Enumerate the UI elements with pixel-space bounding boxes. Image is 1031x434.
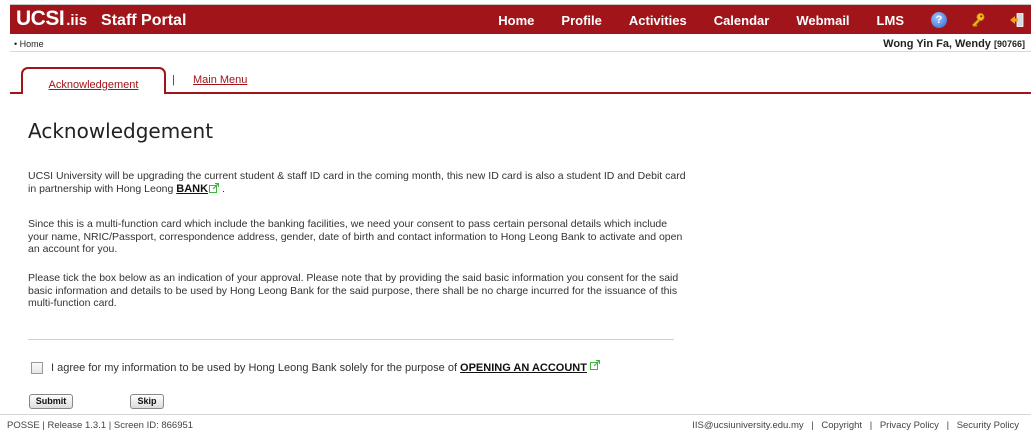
footer-separator: | <box>811 420 814 431</box>
divider <box>28 339 674 340</box>
tab-separator: | <box>172 74 175 86</box>
nav-lms[interactable]: LMS <box>877 13 904 28</box>
main-nav: Home Profile Activities Calendar Webmail… <box>498 5 1031 35</box>
user-name: Wong Yin Fa, Wendy <box>883 38 994 50</box>
external-link-icon[interactable] <box>589 360 600 370</box>
tab-main-menu[interactable]: Main Menu <box>193 74 247 86</box>
paragraph-intro: UCSI University will be upgrading the cu… <box>28 170 688 195</box>
nav-calendar[interactable]: Calendar <box>714 13 770 28</box>
paragraph-consent: Since this is a multi-function card whic… <box>28 218 683 255</box>
user-info: Wong Yin Fa, Wendy [90766] <box>883 38 1025 50</box>
breadcrumb-bar: • Home Wong Yin Fa, Wendy [90766] <box>10 37 1031 52</box>
top-navbar: UCSI .iis Staff Portal Home Profile Acti… <box>10 4 1031 34</box>
paragraph-intro-text: UCSI University will be upgrading the cu… <box>28 170 686 195</box>
footer-security-link[interactable]: Security Policy <box>957 420 1019 431</box>
nav-activities[interactable]: Activities <box>629 13 687 28</box>
paragraph-intro-end: . <box>219 182 225 195</box>
footer-release-info: POSSE | Release 1.3.1 | Screen ID: 86695… <box>7 420 194 431</box>
user-id: [90766] <box>993 39 1025 49</box>
opening-account-link[interactable]: OPENING AN ACCOUNT <box>460 362 587 374</box>
breadcrumb-home[interactable]: • Home <box>14 39 44 49</box>
help-icon[interactable]: ? <box>931 12 947 28</box>
tab-acknowledgement[interactable]: Acknowledgement <box>21 67 166 94</box>
nav-profile[interactable]: Profile <box>561 13 601 28</box>
tab-acknowledgement-label[interactable]: Acknowledgement <box>49 79 139 91</box>
portal-title: Staff Portal <box>101 12 187 29</box>
footer-links: IIS@ucsiuniversity.edu.my | Copyright | … <box>692 420 1019 431</box>
brand-ucsi: UCSI <box>16 7 65 30</box>
paragraph-approval: Please tick the box below as an indicati… <box>28 272 679 309</box>
footer: POSSE | Release 1.3.1 | Screen ID: 86695… <box>0 414 1031 434</box>
tab-strip: Acknowledgement | Main Menu <box>10 67 1031 94</box>
brand-logo[interactable]: UCSI .iis Staff Portal <box>16 7 186 33</box>
bank-link[interactable]: BANK <box>176 183 208 195</box>
page-title: Acknowledgement <box>28 119 214 143</box>
nav-home[interactable]: Home <box>498 13 534 28</box>
nav-webmail[interactable]: Webmail <box>796 13 849 28</box>
skip-button[interactable]: Skip <box>130 394 164 409</box>
footer-email-link[interactable]: IIS@ucsiuniversity.edu.my <box>692 420 803 431</box>
footer-separator: | <box>946 420 950 431</box>
key-icon[interactable] <box>970 12 986 28</box>
external-link-icon[interactable] <box>209 182 220 193</box>
footer-separator: | <box>869 420 873 431</box>
agree-label: I agree for my information to be used by… <box>51 362 458 374</box>
footer-privacy-link[interactable]: Privacy Policy <box>880 420 939 431</box>
logout-icon[interactable] <box>1009 12 1025 28</box>
agree-checkbox[interactable] <box>31 362 43 374</box>
brand-iis: .iis <box>66 12 88 29</box>
agree-row: I agree for my information to be used by… <box>31 360 600 374</box>
footer-copyright-link[interactable]: Copyright <box>821 420 862 431</box>
submit-button[interactable]: Submit <box>29 394 73 409</box>
